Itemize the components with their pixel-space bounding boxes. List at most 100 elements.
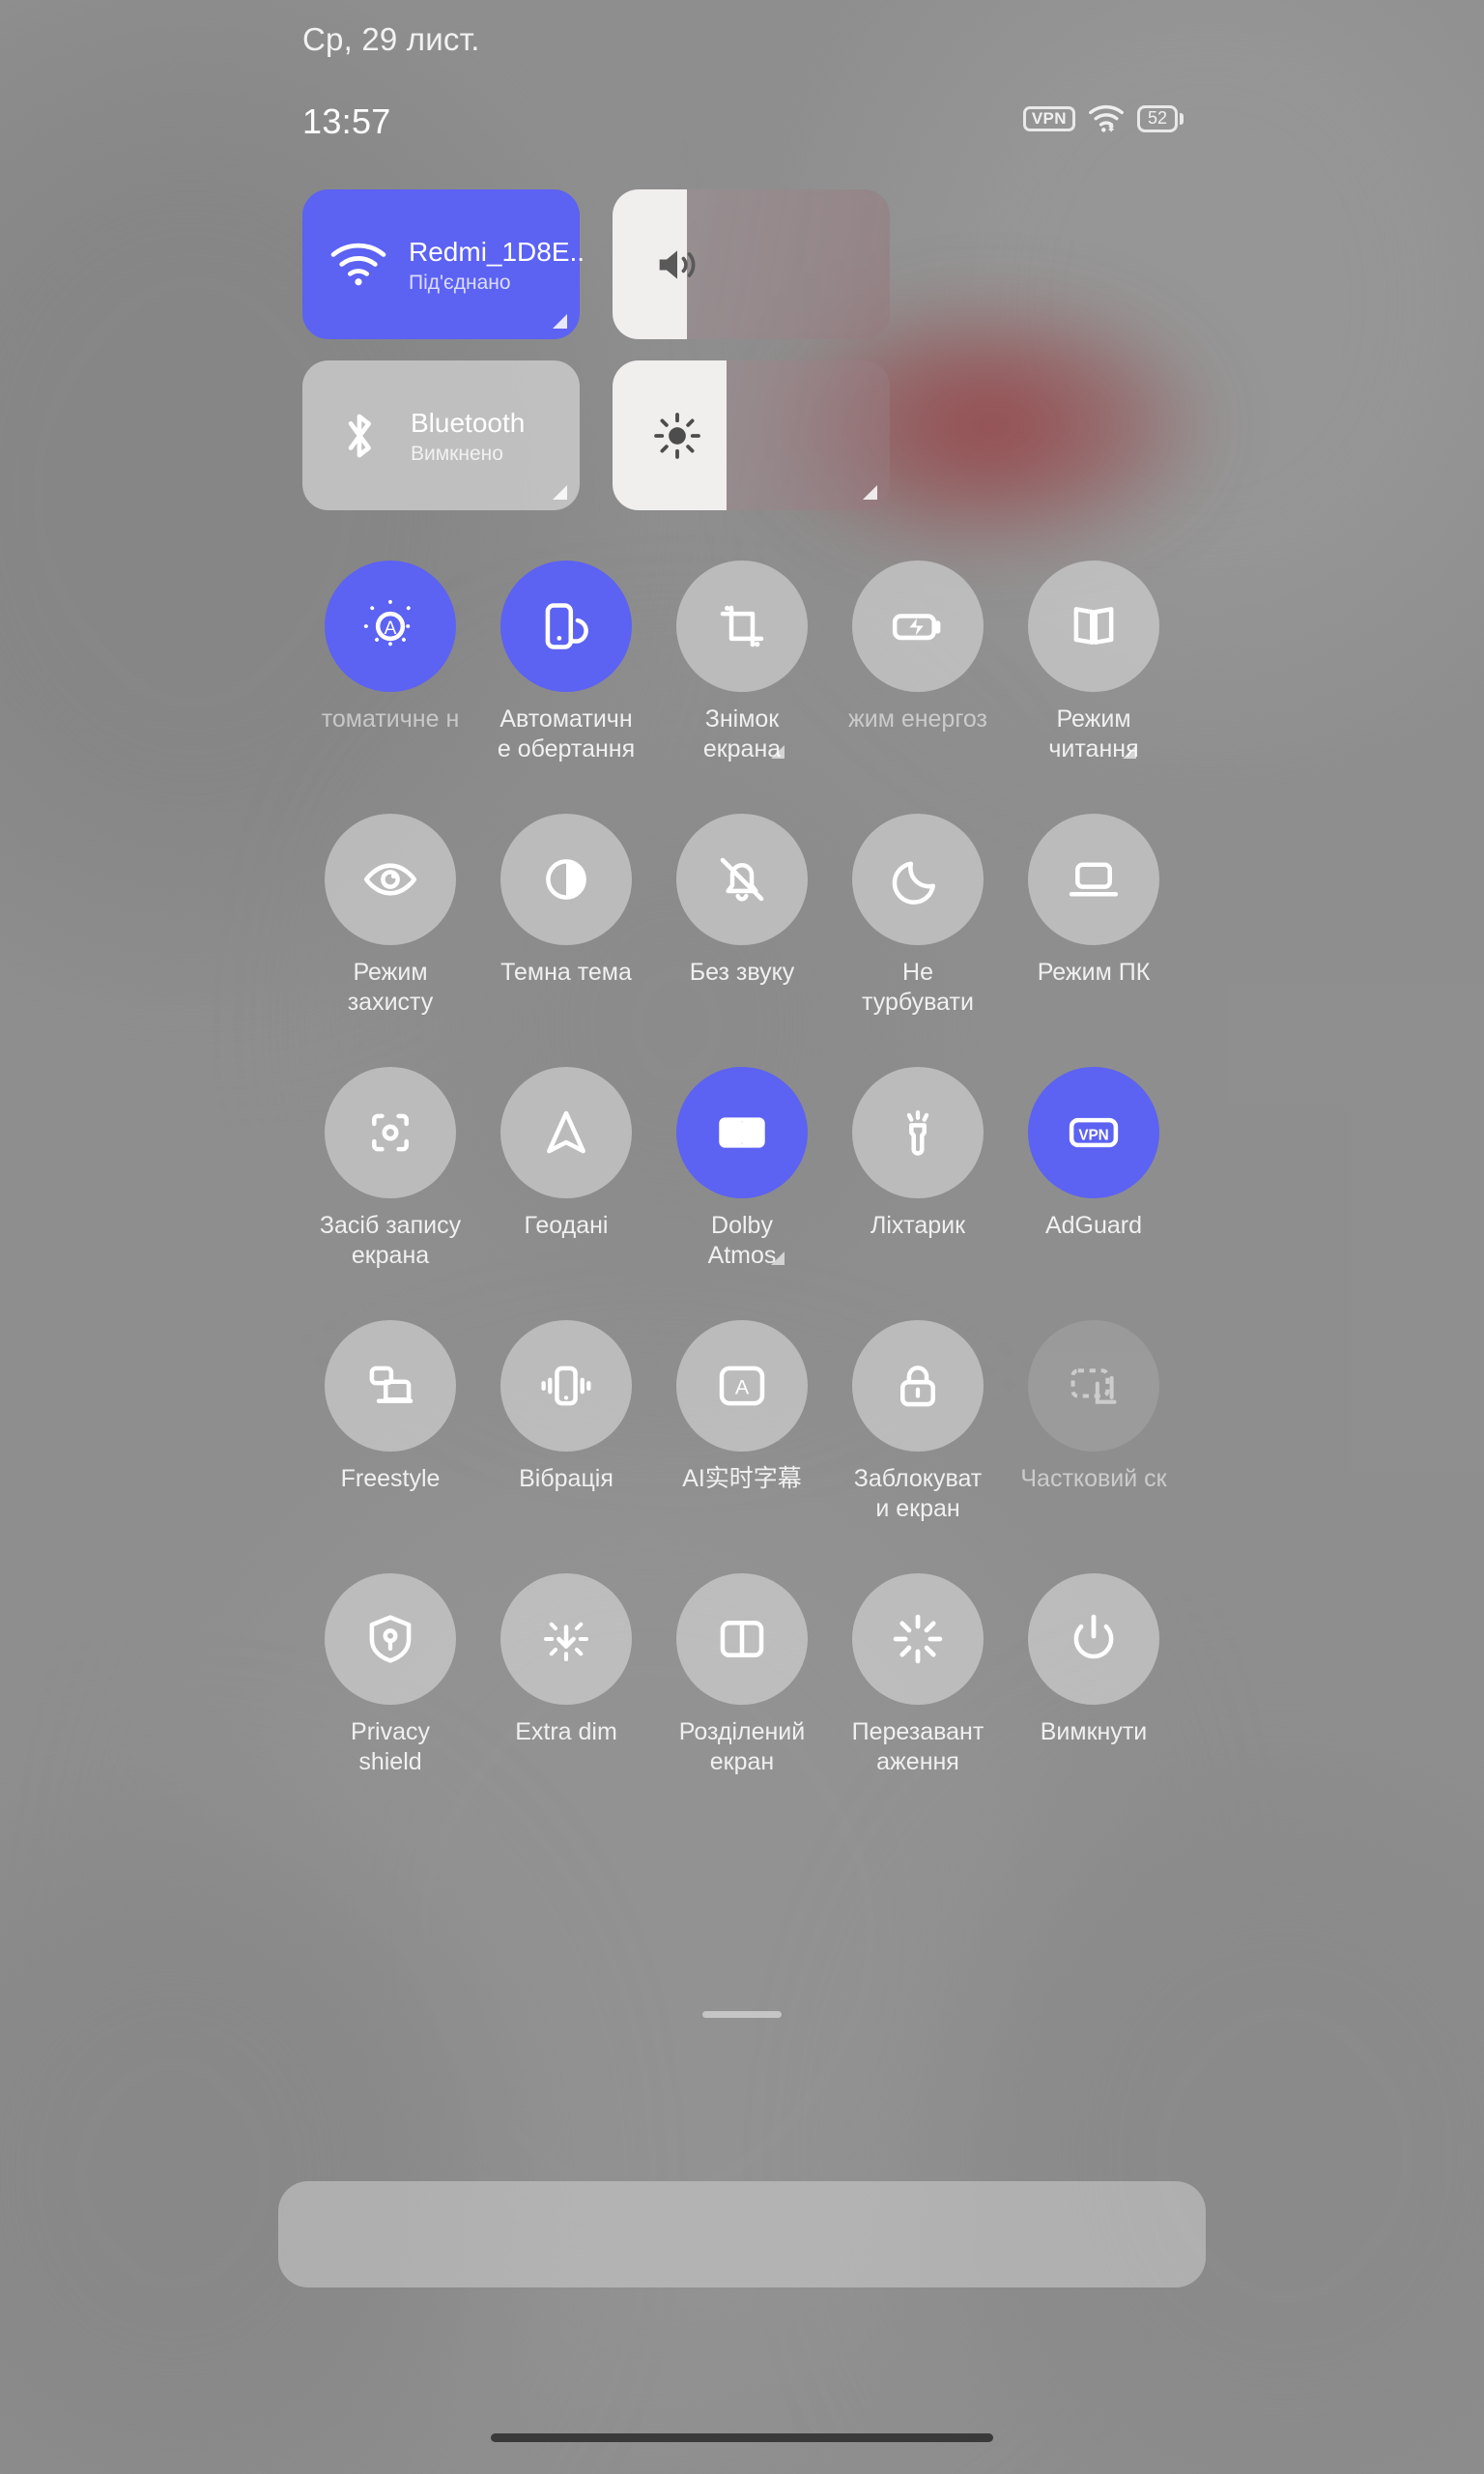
quick-tile-label: Ліхтарик [870, 1212, 966, 1239]
extra-dim-icon[interactable] [500, 1573, 632, 1705]
cast-screen-icon[interactable] [325, 1320, 456, 1452]
quick-tile[interactable]: Вимкнути [1006, 1573, 1182, 1776]
quick-tile-label: Знімок екрана [702, 705, 782, 762]
quick-tile-label: Геодані [524, 1212, 609, 1239]
vibration-icon[interactable] [500, 1320, 632, 1452]
bluetooth-expand-icon[interactable] [553, 485, 567, 500]
brightness-expand-icon[interactable] [863, 485, 877, 500]
quick-tile[interactable]: Геодані [478, 1067, 654, 1270]
tile-expand-icon[interactable] [1123, 745, 1136, 759]
dolby-icon[interactable] [676, 1067, 808, 1198]
page-indicator[interactable] [702, 2011, 782, 2018]
gesture-navigation-bar[interactable] [491, 2433, 993, 2442]
wifi-card[interactable]: Redmi_1D8E.. Під'єднано [302, 189, 585, 339]
flashlight-icon[interactable] [852, 1067, 984, 1198]
bluetooth-title-label: Bluetooth [411, 407, 526, 438]
battery-saver-icon[interactable] [852, 561, 984, 692]
quick-tile[interactable]: Freestyle [302, 1320, 478, 1523]
quick-tile[interactable]: Засіб запису екрана [302, 1067, 478, 1270]
tile-expand-icon[interactable] [771, 745, 785, 759]
quick-tile-label: Без звуку [689, 959, 795, 986]
quick-tile-label: Розділений екран [678, 1718, 806, 1775]
quick-tile[interactable]: Автоматичн е обертання [478, 561, 654, 763]
location-icon[interactable] [500, 1067, 632, 1198]
wifi-ssid-label: Redmi_1D8E.. [409, 236, 585, 267]
screen-record-icon[interactable] [325, 1067, 456, 1198]
quick-tile[interactable]: Ліхтарик [830, 1067, 1006, 1270]
brightness-slider[interactable] [613, 360, 890, 510]
quick-tile-label: Темна тема [500, 959, 632, 986]
quick-tile-label: AI实时字幕 [682, 1465, 802, 1492]
quick-tile[interactable]: Режим захисту [302, 814, 478, 1017]
tile-expand-icon[interactable] [771, 1251, 785, 1265]
volume-slider[interactable] [613, 189, 890, 339]
screenshot-icon[interactable] [676, 561, 808, 692]
restart-icon[interactable] [852, 1573, 984, 1705]
quick-tile-label: Заблокуват и екран [853, 1465, 983, 1522]
lock-icon[interactable] [852, 1320, 984, 1452]
auto-rotate-icon[interactable] [500, 561, 632, 692]
quick-tile[interactable]: Без звуку [654, 814, 830, 1017]
quick-tile[interactable]: VPN AdGuard [1006, 1067, 1182, 1270]
quick-tile-label: Автоматичн е обертання [497, 705, 636, 762]
bluetooth-status-label: Вимкнено [411, 442, 503, 465]
wifi-status-label: Під'єднано [409, 271, 511, 294]
quick-tile[interactable]: Заблокуват и екран [830, 1320, 1006, 1523]
privacy-shield-icon[interactable] [325, 1573, 456, 1705]
vpn-status-icon: VPN [1022, 105, 1075, 132]
ai-captions-icon[interactable]: A [676, 1320, 808, 1452]
quick-tile[interactable]: Не турбувати [830, 814, 1006, 1017]
auto-brightness-icon[interactable]: A [325, 561, 456, 692]
quick-tile-label: Extra dim [515, 1718, 617, 1745]
do-not-disturb-icon[interactable] [852, 814, 984, 945]
quick-tile-label: Засіб запису екрана [319, 1212, 462, 1269]
quick-tile[interactable]: Знімок екрана [654, 561, 830, 763]
split-screen-icon[interactable] [676, 1573, 808, 1705]
quick-tile[interactable]: Dolby Atmos [654, 1067, 830, 1270]
partial-capture-icon[interactable] [1028, 1320, 1159, 1452]
quick-tile-label: Частковий ск [1020, 1465, 1167, 1492]
svg-text:VPN: VPN [1078, 1128, 1108, 1144]
quick-tile[interactable]: Вібрація [478, 1320, 654, 1523]
quick-tile[interactable]: Режим ПК [1006, 814, 1182, 1017]
brightness-icon [653, 412, 701, 460]
quick-tile[interactable]: Темна тема [478, 814, 654, 1017]
quick-tile[interactable]: Режим читання [1006, 561, 1182, 763]
quick-tile[interactable]: жим енергоз [830, 561, 1006, 763]
bluetooth-card[interactable]: Bluetooth Вимкнено [302, 360, 580, 510]
quick-tile-label: Freestyle [340, 1465, 441, 1492]
wifi-expand-icon[interactable] [553, 314, 567, 329]
volume-icon [653, 244, 701, 286]
eye-care-icon[interactable] [325, 814, 456, 945]
quick-tile-label: Режим захисту [347, 959, 434, 1016]
quick-tile-label: Перезавант аження [851, 1718, 985, 1775]
mute-bell-icon[interactable] [676, 814, 808, 945]
battery-percent-label: 52 [1136, 105, 1178, 132]
quick-tile[interactable]: Aтоматичне н [302, 561, 478, 763]
notification-placeholder-card[interactable] [278, 2181, 1206, 2287]
pc-mode-icon[interactable] [1028, 814, 1159, 945]
quick-tile-label: жим енергоз [848, 705, 987, 733]
wifi-icon [329, 242, 387, 288]
quick-settings-grid: Aтоматичне н Автоматичн е обертання Знімок… [302, 561, 1182, 1776]
quick-tile-label: Режим ПК [1037, 959, 1151, 986]
top-controls-grid: Redmi_1D8E.. Під'єднано Bluetooth Вимкне… [302, 189, 1182, 510]
control-center-panel: Ср, 29 лист. 13:57 VPN 52 Redmi_1D8E.. П… [0, 0, 1484, 2474]
quick-tile[interactable]: A AI实时字幕 [654, 1320, 830, 1523]
quick-tile[interactable]: Частковий ск [1006, 1320, 1182, 1523]
bluetooth-icon [329, 408, 389, 464]
quick-tile[interactable]: Extra dim [478, 1573, 654, 1776]
wifi-status-icon [1089, 104, 1124, 133]
dark-theme-icon[interactable] [500, 814, 632, 945]
status-clock: 13:57 [302, 101, 391, 141]
quick-tile[interactable]: Перезавант аження [830, 1573, 1006, 1776]
vpn-icon[interactable]: VPN [1028, 1067, 1159, 1198]
reading-mode-icon[interactable] [1028, 561, 1159, 692]
quick-tile-label: AdGuard [1044, 1212, 1143, 1239]
quick-tile[interactable]: Privacy shield [302, 1573, 478, 1776]
power-icon[interactable] [1028, 1573, 1159, 1705]
status-icons: VPN 52 [1022, 104, 1184, 133]
status-date: Ср, 29 лист. [302, 21, 480, 57]
quick-tile-label: томатичне н [321, 705, 460, 733]
quick-tile[interactable]: Розділений екран [654, 1573, 830, 1776]
